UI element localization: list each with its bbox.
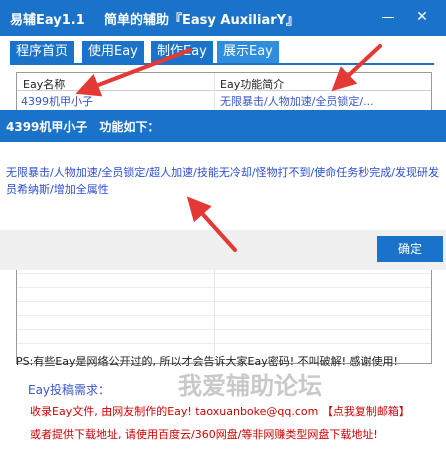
app-subtitle: 简单的辅助『Easy AuxiliarY』	[104, 13, 300, 28]
tab-make[interactable]: 制作Eay	[151, 41, 213, 63]
feature-dialog: 4399机甲小子 功能如下： 无限暴击/人物加速/全员锁定/超人加速/技能无冷却…	[0, 110, 446, 270]
dialog-body: 无限暴击/人物加速/全员锁定/超人加速/技能无冷却/怪物打不到/使命任务秒完成/…	[0, 142, 446, 230]
submit-download-line: 或者提供下载地址, 请使用百度云/360网盘/等非网赚类型网盘下载地址!	[30, 428, 378, 441]
tab-use[interactable]: 使用Eay	[82, 41, 144, 63]
dialog-feature-text: 无限暴击/人物加速/全员锁定/超人加速/技能无冷却/怪物打不到/使命任务秒完成/…	[6, 166, 439, 196]
tab-home[interactable]: 程序首页	[10, 41, 75, 63]
grid-line	[17, 273, 431, 274]
grid-line	[17, 343, 431, 344]
title-bar[interactable]: 易辅Eay1.1 简单的辅助『Easy AuxiliarY』 ✕	[0, 0, 446, 36]
submit-email-line[interactable]: 收录Eay文件, 由网友制作的Eay! taoxuanboke@qq.com 【…	[30, 403, 410, 419]
close-button[interactable]: ✕	[411, 6, 433, 28]
ok-button[interactable]: 确定	[377, 236, 443, 262]
list-item-desc[interactable]: 无限暴击/人物加速/全员锁定/...	[220, 93, 374, 109]
tab-show[interactable]: 展示Eay	[217, 41, 279, 63]
dialog-title: 4399机甲小子 功能如下：	[6, 120, 160, 134]
grid-line	[17, 329, 431, 330]
submit-title: Eay投稿需求：	[28, 383, 111, 397]
grid-line	[17, 287, 431, 288]
app-name: 易辅Eay1.1	[10, 13, 85, 28]
forum-watermark: 我爱辅助论坛	[178, 372, 322, 400]
grid-line	[17, 301, 431, 302]
list-item-name[interactable]: 4399机甲小子	[21, 93, 93, 109]
app-window: 易辅Eay1.1 简单的辅助『Easy AuxiliarY』 ✕ 程序首页 使用…	[0, 0, 446, 465]
tab-underline	[10, 63, 434, 65]
dialog-header: 4399机甲小子 功能如下：	[0, 110, 446, 142]
grid-line	[17, 315, 431, 316]
minimize-button[interactable]	[377, 6, 399, 28]
header-divider	[17, 90, 431, 91]
